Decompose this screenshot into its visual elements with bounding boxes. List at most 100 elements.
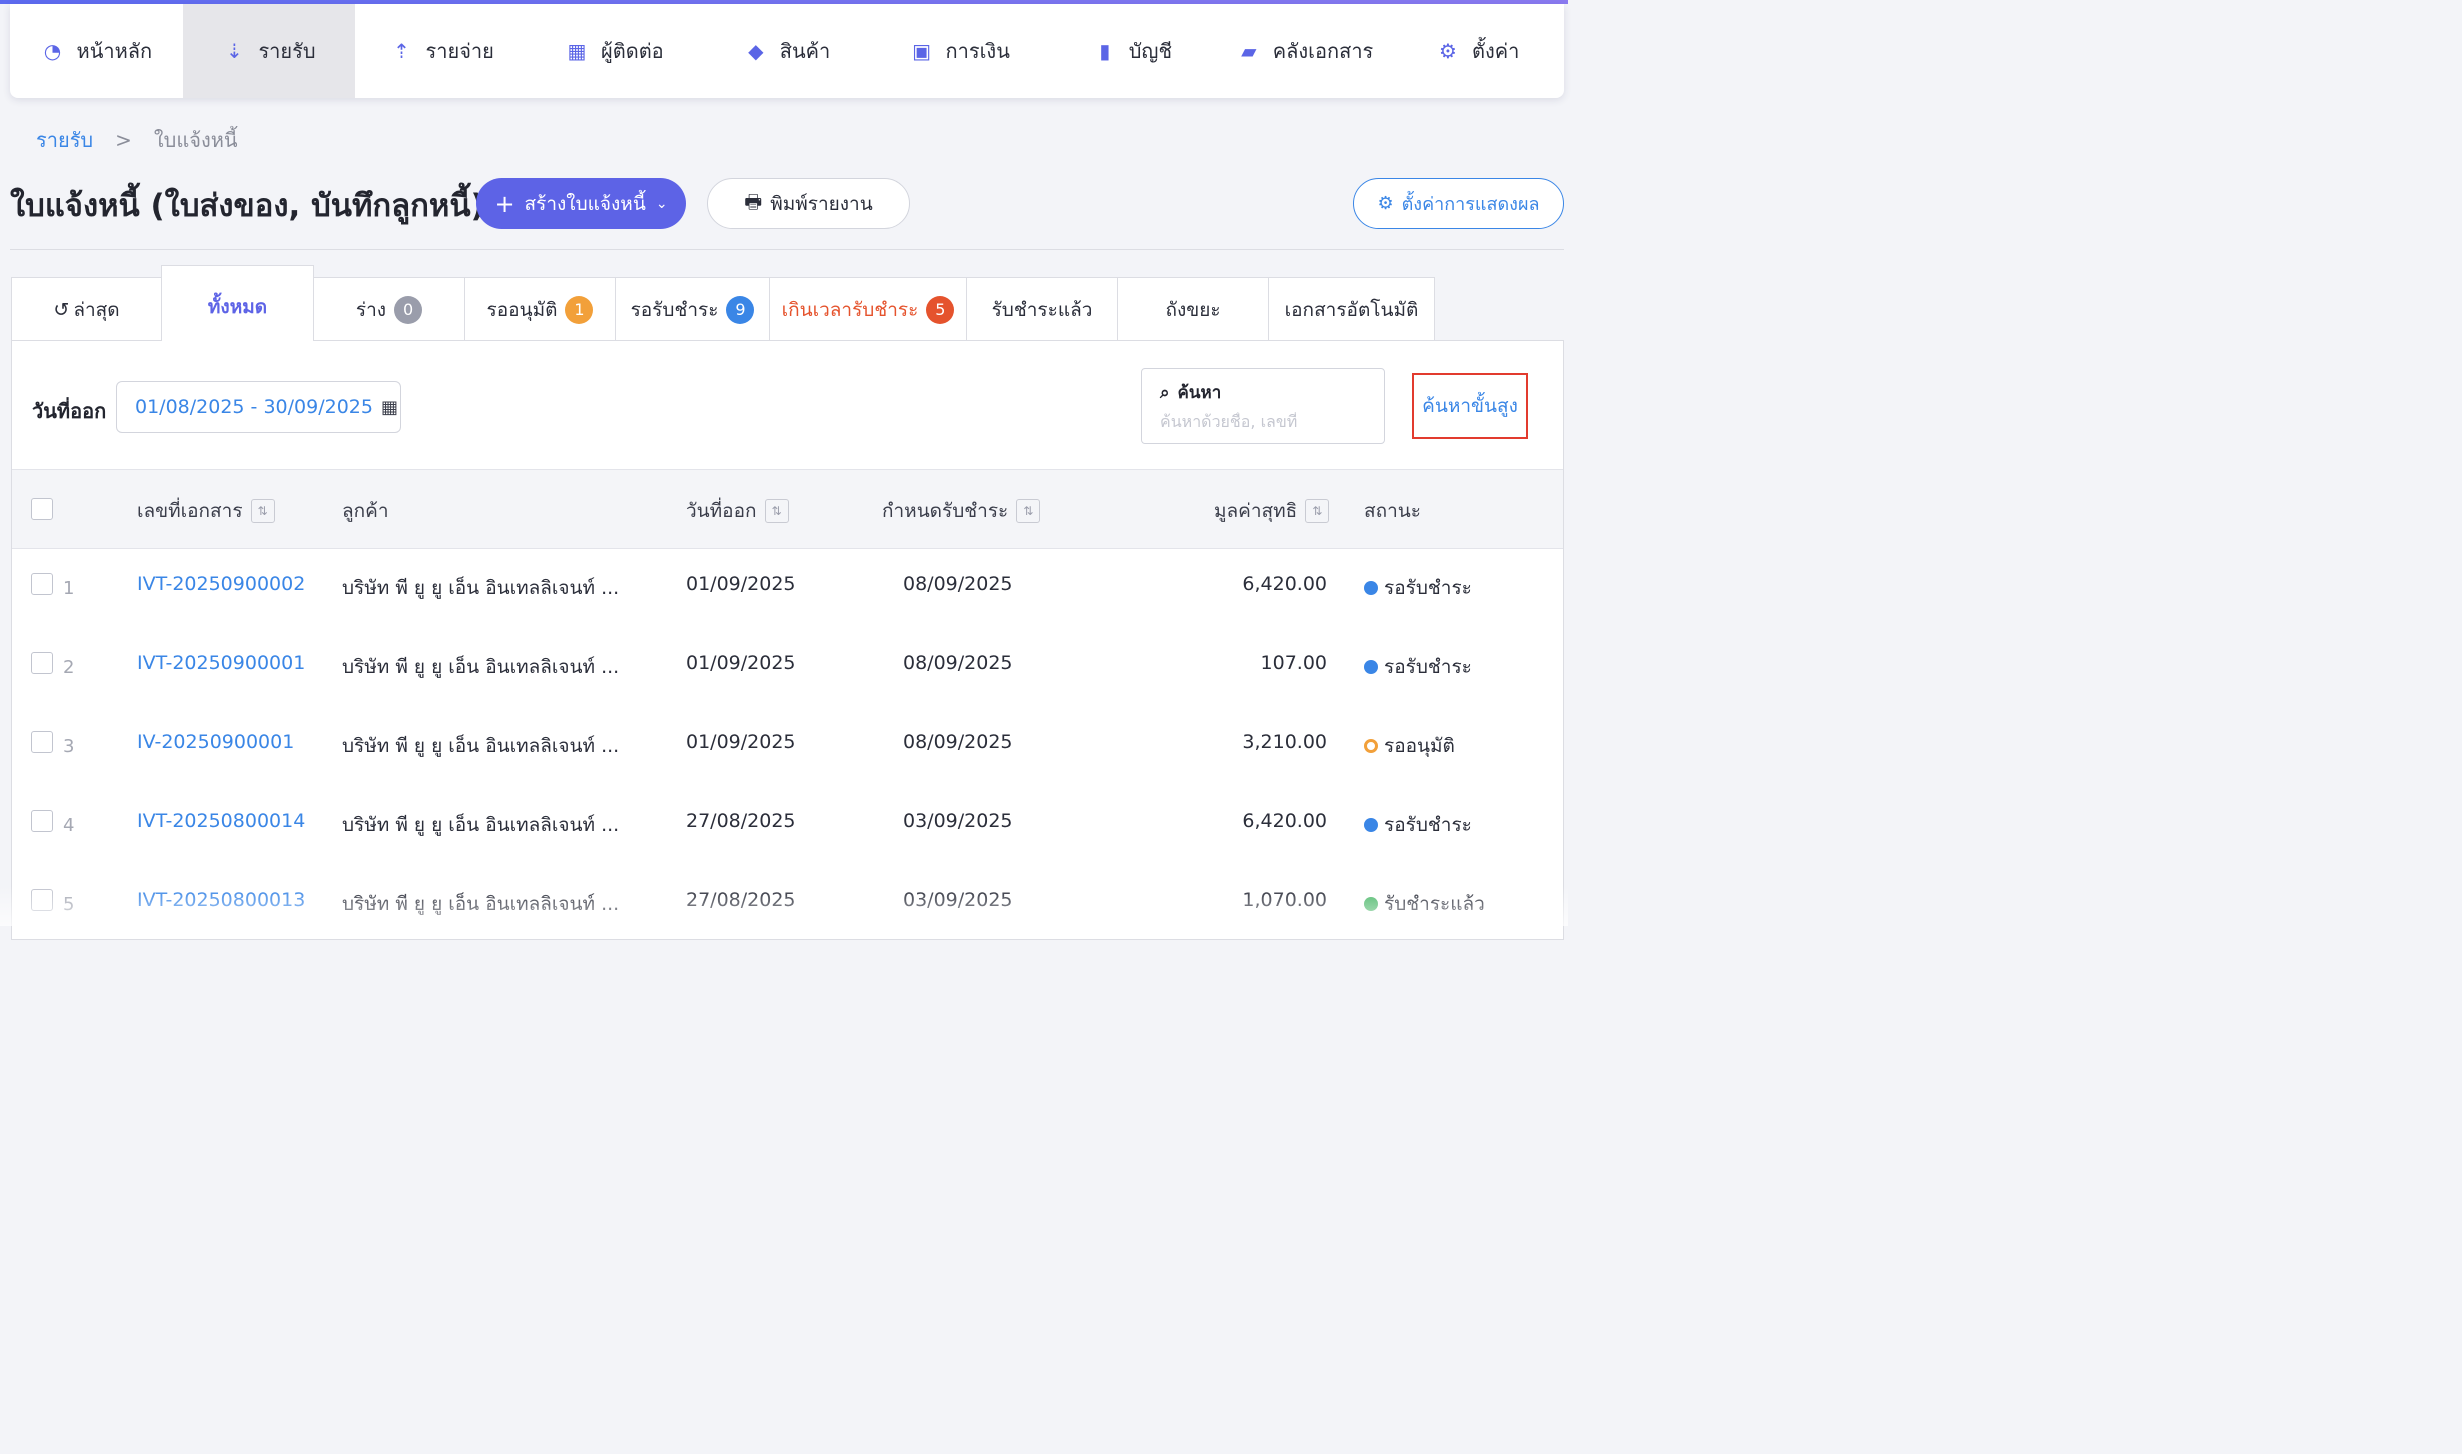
row-checkbox[interactable]: [31, 652, 53, 674]
advanced-search-button[interactable]: ค้นหาขั้นสูง: [1412, 373, 1528, 439]
date-range-value: 01/08/2025 - 30/09/2025: [135, 396, 373, 418]
column-customer-label: ลูกค้า: [342, 500, 389, 522]
nav-item-7[interactable]: ▰ คลังเอกสาร: [1219, 4, 1392, 98]
sort-icon[interactable]: ⇅: [764, 499, 789, 523]
tab-7[interactable]: ถังขยะ: [1117, 277, 1269, 341]
doc-number-link[interactable]: IV-20250900001: [137, 731, 294, 753]
issue-date: 01/09/2025: [686, 573, 796, 595]
status-badge: รอรับชำระ: [1364, 810, 1472, 840]
select-all-checkbox[interactable]: [31, 498, 53, 520]
issue-date: 27/08/2025: [686, 889, 796, 911]
column-due-date[interactable]: กำหนดรับชำระ ⇅: [882, 496, 1041, 526]
tab-5[interactable]: เกินเวลารับชำระ 5: [769, 277, 967, 341]
tab-4[interactable]: รอรับชำระ 9: [615, 277, 770, 341]
count-badge: 9: [726, 295, 755, 324]
display-settings-button[interactable]: ⚙ ตั้งค่าการแสดงผล: [1353, 178, 1564, 229]
net-value: 1,070.00: [1242, 889, 1327, 911]
print-report-button[interactable]: 🖶 พิมพ์รายงาน: [707, 178, 910, 229]
tab-label: ล่าสุด: [73, 298, 120, 321]
issue-date-filter-label: วันที่ออก: [32, 399, 107, 423]
printer-icon: 🖶: [744, 190, 763, 213]
nav-item-5[interactable]: ▣ การเงิน: [873, 4, 1046, 98]
date-range-picker[interactable]: 01/08/2025 - 30/09/2025 ▦: [116, 381, 401, 433]
search-box: ⌕ ค้นหา: [1141, 368, 1385, 444]
header-divider: [10, 249, 1564, 250]
nav-item-8[interactable]: ⚙ ตั้งค่า: [1391, 4, 1564, 98]
row-checkbox[interactable]: [31, 889, 53, 911]
search-input[interactable]: [1160, 412, 1366, 431]
gear-icon: ⚙: [1439, 39, 1457, 63]
row-number: 1: [63, 578, 75, 599]
breadcrumb: รายรับ > ใบแจ้งหนี้: [36, 124, 238, 156]
column-doc-no-label: เลขที่เอกสาร: [137, 500, 243, 522]
breadcrumb-income-link[interactable]: รายรับ: [36, 124, 93, 156]
status-label: รออนุมัติ: [1384, 735, 1455, 757]
doc-number-link[interactable]: IVT-20250800014: [137, 810, 305, 832]
nav-item-0[interactable]: ◔ หน้าหลัก: [10, 4, 183, 98]
nav-item-label: หน้าหลัก: [76, 39, 153, 63]
column-customer: ลูกค้า: [342, 496, 389, 526]
net-value: 6,420.00: [1242, 810, 1327, 832]
column-status-label: สถานะ: [1364, 500, 1421, 522]
customer-name: บริษัท พี ยู ยู เอ็น อินเทลลิเจนท์ ...: [342, 814, 620, 836]
doc-number-link[interactable]: IVT-20250800013: [137, 889, 305, 911]
status-tabs: ↺ ล่าสุด ทั้งหมด ร่าง 0 รออนุมัติ 1 รอรับชำระ 9 เ…: [11, 265, 1435, 341]
tab-label: ร่าง: [355, 298, 387, 321]
breadcrumb-separator: >: [115, 128, 132, 152]
search-icon: ⌕: [1160, 382, 1170, 403]
display-settings-label: ตั้งค่าการแสดงผล: [1401, 194, 1540, 215]
nav-item-2[interactable]: ⇡ รายจ่าย: [355, 4, 528, 98]
column-net-value[interactable]: มูลค่าสุทธิ ⇅: [1214, 496, 1330, 526]
row-checkbox[interactable]: [31, 573, 53, 595]
count-badge: 0: [394, 295, 423, 324]
doc-number-link[interactable]: IVT-20250900002: [137, 573, 305, 595]
tab-label: เกินเวลารับชำระ: [781, 298, 919, 321]
column-net-value-label: มูลค่าสุทธิ: [1214, 500, 1298, 522]
table-row[interactable]: 3 IV-20250900001 บริษัท พี ยู ยู เอ็น อินเ…: [12, 707, 1563, 786]
due-date: 03/09/2025: [903, 810, 1013, 832]
column-issue-date[interactable]: วันที่ออก ⇅: [686, 496, 789, 526]
status-dot-icon: [1364, 897, 1378, 911]
table-row[interactable]: 5 IVT-20250800013 บริษัท พี ยู ยู เอ็น อิน…: [12, 865, 1563, 944]
column-doc-no[interactable]: เลขที่เอกสาร ⇅: [137, 496, 275, 526]
status-label: รอรับชำระ: [1384, 656, 1472, 678]
due-date: 08/09/2025: [903, 652, 1013, 674]
tab-8[interactable]: เอกสารอัตโนมัติ: [1268, 277, 1435, 341]
sort-icon[interactable]: ⇅: [250, 499, 275, 523]
sort-icon[interactable]: ⇅: [1305, 499, 1330, 523]
create-invoice-button[interactable]: + สร้างใบแจ้งหนี้ ⌄: [476, 178, 686, 229]
row-checkbox[interactable]: [31, 810, 53, 832]
net-value: 6,420.00: [1242, 573, 1327, 595]
tab-label: เอกสารอัตโนมัติ: [1284, 298, 1419, 321]
nav-item-3[interactable]: ▦ ผู้ติดต่อ: [528, 4, 701, 98]
create-invoice-label: สร้างใบแจ้งหนี้: [524, 192, 646, 215]
tab-1[interactable]: ทั้งหมด: [161, 265, 314, 341]
tab-3[interactable]: รออนุมัติ 1: [464, 277, 616, 341]
nav-item-label: รายจ่าย: [425, 39, 494, 63]
customer-name: บริษัท พี ยู ยู เอ็น อินเทลลิเจนท์ ...: [342, 893, 620, 915]
status-label: รอรับชำระ: [1384, 814, 1472, 836]
tab-label: ถังขยะ: [1165, 298, 1221, 321]
row-checkbox[interactable]: [31, 731, 53, 753]
nav-item-6[interactable]: ▮ บัญชี: [1046, 4, 1219, 98]
nav-item-4[interactable]: ◆ สินค้า: [701, 4, 874, 98]
tab-0[interactable]: ↺ ล่าสุด: [11, 277, 162, 341]
nav-item-1[interactable]: ⇣ รายรับ: [182, 4, 356, 98]
money-icon: ▣: [912, 39, 931, 63]
table-row[interactable]: 2 IVT-20250900001 บริษัท พี ยู ยู เอ็น อิน…: [12, 628, 1563, 707]
history-icon: ↺: [53, 298, 70, 321]
doc-number-link[interactable]: IVT-20250900001: [137, 652, 305, 674]
tab-6[interactable]: รับชำระแล้ว: [966, 277, 1118, 341]
tab-label: ทั้งหมด: [207, 296, 268, 318]
table-row[interactable]: 1 IVT-20250900002 บริษัท พี ยู ยู เอ็น อิน…: [12, 549, 1563, 628]
sort-icon[interactable]: ⇅: [1016, 499, 1041, 523]
gauge-icon: ◔: [43, 39, 62, 63]
table-row[interactable]: 4 IVT-20250800014 บริษัท พี ยู ยู เอ็น อิน…: [12, 786, 1563, 865]
tab-2[interactable]: ร่าง 0: [313, 277, 465, 341]
status-badge: รับชำระแล้ว: [1364, 889, 1485, 919]
due-date: 08/09/2025: [903, 731, 1013, 753]
page-title: ใบแจ้งหนี้ (ใบส่งของ, บันทึกลูกหนี้): [10, 188, 485, 224]
row-number: 2: [63, 657, 75, 678]
status-badge: รอรับชำระ: [1364, 652, 1472, 682]
due-date: 03/09/2025: [903, 889, 1013, 911]
